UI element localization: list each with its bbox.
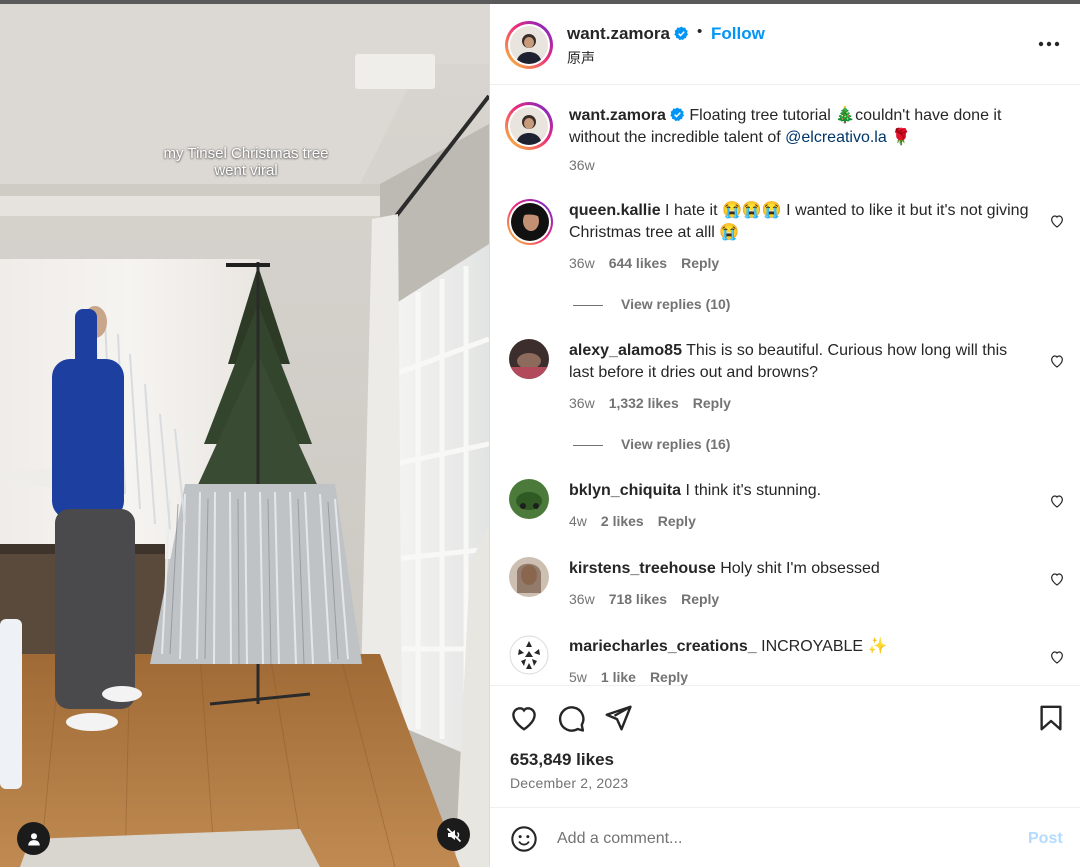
author-avatar-image bbox=[510, 26, 548, 64]
reply-button[interactable]: Reply bbox=[693, 395, 731, 411]
commenter-username[interactable]: mariecharles_creations_ bbox=[569, 638, 757, 655]
tagged-users-button[interactable] bbox=[17, 822, 50, 855]
comment-text: kirstens_treehouse Holy shit I'm obsesse… bbox=[569, 558, 1034, 580]
comment-input[interactable] bbox=[557, 826, 997, 852]
comment-age: 36w bbox=[569, 395, 595, 411]
comment-text: bklyn_chiquita I think it's stunning. bbox=[569, 480, 1034, 502]
post-actions: 653,849 likes December 2, 2023 bbox=[490, 685, 1080, 807]
video-caption: my Tinsel Christmas tree went viral bbox=[90, 145, 402, 179]
caption-emoji: 🌹 bbox=[886, 129, 912, 146]
comment-meta: 5w 1 like Reply bbox=[569, 669, 702, 685]
emoji-smile-icon[interactable] bbox=[510, 825, 538, 853]
comment-like-heart-icon[interactable] bbox=[1049, 213, 1065, 229]
commenter-username[interactable]: alexy_alamo85 bbox=[569, 342, 682, 359]
comment-meta: 4w 2 likes Reply bbox=[569, 513, 710, 529]
mute-button[interactable] bbox=[437, 818, 470, 851]
author-username-text: want.zamora bbox=[567, 24, 670, 43]
video-frame bbox=[0, 4, 489, 867]
caption-author-avatar[interactable] bbox=[505, 102, 553, 150]
post-date: December 2, 2023 bbox=[510, 775, 629, 791]
comment-body: I think it's stunning. bbox=[685, 482, 822, 499]
follow-button[interactable]: Follow bbox=[711, 24, 765, 44]
commenter-avatar[interactable] bbox=[509, 479, 549, 519]
view-replies-label: View replies (16) bbox=[621, 436, 731, 452]
comment-like-count[interactable]: 2 likes bbox=[601, 513, 644, 529]
video-caption-line-1: my Tinsel Christmas tree bbox=[163, 145, 329, 162]
caption-text: want.zamora Floating tree tutorial 🎄coul… bbox=[569, 105, 1034, 149]
commenter-avatar[interactable] bbox=[509, 635, 549, 675]
commenter-avatar-image bbox=[509, 635, 549, 675]
author-username[interactable]: want.zamora bbox=[567, 24, 689, 44]
comment-body: Holy shit I'm obsessed bbox=[720, 560, 880, 577]
comment-age: 4w bbox=[569, 513, 587, 529]
comment-like-count[interactable]: 1 like bbox=[601, 669, 636, 685]
caption-mention-link[interactable]: @elcreativo.la bbox=[785, 129, 887, 146]
commenter-avatar[interactable] bbox=[507, 199, 553, 245]
commenter-avatar[interactable] bbox=[509, 339, 549, 379]
author-avatar[interactable] bbox=[505, 21, 553, 69]
commenter-username[interactable]: kirstens_treehouse bbox=[569, 560, 716, 577]
post-comment-button[interactable]: Post bbox=[1028, 830, 1063, 848]
comment-age: 5w bbox=[569, 669, 587, 685]
comment-meta: 36w 644 likes Reply bbox=[569, 255, 733, 271]
comment-bubble-icon[interactable] bbox=[556, 703, 586, 733]
comment-meta: 36w 1,332 likes Reply bbox=[569, 395, 745, 411]
replies-divider-line bbox=[573, 444, 603, 446]
commenter-avatar-image bbox=[509, 479, 549, 519]
commenter-username[interactable]: bklyn_chiquita bbox=[569, 482, 681, 499]
commenter-avatar[interactable] bbox=[509, 557, 549, 597]
reply-button[interactable]: Reply bbox=[681, 591, 719, 607]
comment-age: 36w bbox=[569, 255, 595, 271]
bookmark-icon[interactable] bbox=[1036, 703, 1066, 733]
post-details-panel: want.zamora • Follow 原声 want.zamora Floa… bbox=[489, 4, 1080, 867]
replies-divider-line bbox=[573, 304, 603, 306]
post-video[interactable]: my Tinsel Christmas tree went viral bbox=[0, 4, 489, 867]
video-caption-line-2: went viral bbox=[214, 162, 278, 179]
comment-meta: 36w 718 likes Reply bbox=[569, 591, 733, 607]
reply-button[interactable]: Reply bbox=[681, 255, 719, 271]
more-horizontal-icon[interactable] bbox=[1036, 36, 1062, 52]
commenter-avatar-image bbox=[509, 557, 549, 597]
comments-list[interactable]: want.zamora Floating tree tutorial 🎄coul… bbox=[490, 85, 1080, 685]
comment-like-heart-icon[interactable] bbox=[1049, 571, 1065, 587]
caption-username[interactable]: want.zamora bbox=[569, 107, 666, 124]
header-separator: • bbox=[697, 23, 703, 40]
commenter-avatar-image bbox=[509, 201, 551, 243]
comment-text: queen.kallie I hate it 😭😭😭 I wanted to l… bbox=[569, 200, 1034, 244]
comment-like-count[interactable]: 1,332 likes bbox=[609, 395, 679, 411]
comment-body: INCROYABLE ✨ bbox=[761, 638, 888, 655]
person-icon bbox=[27, 832, 40, 845]
caption-meta: 36w bbox=[569, 157, 609, 173]
caption-avatar-image bbox=[510, 107, 548, 145]
comment-like-count[interactable]: 718 likes bbox=[609, 591, 667, 607]
comment-text: alexy_alamo85 This is so beautiful. Curi… bbox=[569, 340, 1034, 384]
speaker-muted-icon bbox=[446, 827, 461, 842]
audio-label[interactable]: 原声 bbox=[567, 48, 595, 68]
commenter-username[interactable]: queen.kallie bbox=[569, 202, 661, 219]
view-replies-button[interactable]: View replies (10) bbox=[573, 296, 730, 312]
comment-like-heart-icon[interactable] bbox=[1049, 353, 1065, 369]
commenter-avatar-image bbox=[509, 339, 549, 379]
post-like-count[interactable]: 653,849 likes bbox=[510, 750, 614, 770]
view-replies-button[interactable]: View replies (16) bbox=[573, 436, 730, 452]
paper-plane-icon[interactable] bbox=[603, 703, 633, 733]
reply-button[interactable]: Reply bbox=[650, 669, 688, 685]
caption-age: 36w bbox=[569, 157, 595, 173]
view-replies-label: View replies (10) bbox=[621, 296, 731, 312]
comment-composer: Post bbox=[490, 807, 1080, 867]
comment-like-heart-icon[interactable] bbox=[1049, 493, 1065, 509]
comment-like-heart-icon[interactable] bbox=[1049, 649, 1065, 665]
comment-age: 36w bbox=[569, 591, 595, 607]
comment-like-count[interactable]: 644 likes bbox=[609, 255, 667, 271]
comment-text: mariecharles_creations_ INCROYABLE ✨ bbox=[569, 636, 1034, 658]
post-header: want.zamora • Follow 原声 bbox=[490, 4, 1080, 85]
verified-badge-icon bbox=[674, 26, 688, 41]
verified-badge-icon bbox=[670, 107, 684, 122]
reply-button[interactable]: Reply bbox=[658, 513, 696, 529]
heart-icon[interactable] bbox=[509, 703, 539, 733]
